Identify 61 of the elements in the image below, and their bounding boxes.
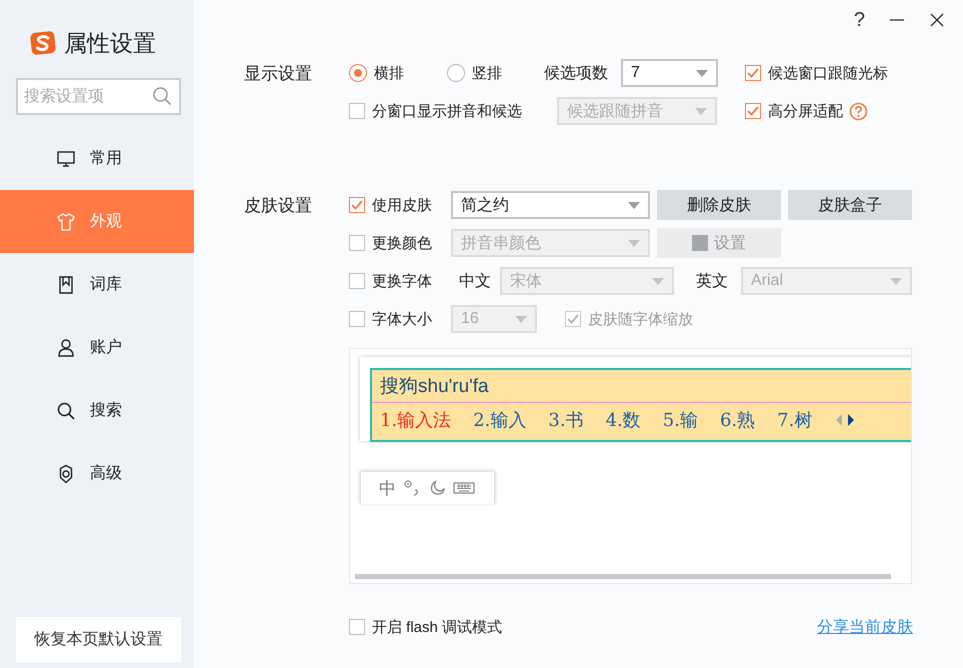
monitor-icon	[56, 148, 76, 168]
caret-icon	[515, 316, 527, 322]
candidate: 2.输入	[473, 409, 526, 432]
search-icon	[152, 86, 172, 106]
caret-icon	[696, 70, 708, 76]
field-label: 候选项数	[544, 64, 609, 84]
delete-skin-button[interactable]: 删除皮肤	[657, 190, 781, 220]
shirt-icon	[56, 212, 76, 232]
checkmark-icon	[747, 68, 759, 78]
font-size-checkbox[interactable]: 字体大小	[349, 310, 451, 328]
scrollbar[interactable]	[355, 574, 891, 579]
punctuation-icon	[403, 479, 421, 497]
change-font-checkbox[interactable]: 更换字体	[349, 272, 459, 290]
field-label: 中文	[459, 272, 492, 292]
sidebar-item[interactable]: 账户	[0, 316, 194, 379]
candidate: 7.树	[777, 409, 812, 432]
radio-label: 横排	[374, 64, 404, 82]
radio-button[interactable]	[447, 64, 465, 82]
help-button[interactable]: ?	[854, 8, 865, 32]
change-color-checkbox[interactable]: 更换颜色	[349, 234, 451, 252]
pinyin-text: 搜狗shu'ru'fa	[372, 370, 911, 403]
follow-cursor-checkbox[interactable]: 候选窗口跟随光标	[745, 64, 888, 82]
radio-button[interactable]	[349, 64, 367, 82]
hidpi-checkbox[interactable]: 高分屏适配	[745, 102, 843, 120]
sidebar-item[interactable]: 高级	[0, 442, 194, 505]
restore-defaults-button[interactable]: 恢复本页默认设置	[16, 617, 181, 662]
moon-icon	[428, 479, 446, 497]
flash-debug-checkbox[interactable]: 开启 flash 调试模式	[349, 618, 502, 636]
help-icon[interactable]	[849, 102, 868, 120]
checkmark-icon	[567, 314, 579, 324]
candidate: 6.熟	[720, 409, 756, 432]
use-skin-checkbox[interactable]: 使用皮肤	[349, 196, 451, 214]
radio-label: 竖排	[472, 64, 502, 82]
caret-icon	[890, 278, 902, 284]
skin-dropdown[interactable]: 简之约	[451, 191, 650, 219]
person-icon	[56, 338, 76, 358]
search-field[interactable]: 搜索设置项	[16, 78, 181, 115]
split-window-checkbox[interactable]: 分窗口显示拼音和候选	[349, 102, 557, 120]
caret-icon	[695, 108, 707, 114]
window-title: 属性设置	[64, 28, 156, 58]
section-title: 显示设置	[244, 62, 313, 84]
field-label: 英文	[696, 272, 729, 292]
skin-box-button[interactable]: 皮肤盒子	[788, 190, 912, 220]
checkmark-icon	[351, 200, 363, 210]
caret-icon	[628, 240, 640, 246]
logo-icon	[30, 30, 56, 56]
search-icon	[56, 400, 76, 420]
keyboard-icon	[453, 481, 475, 495]
candidate: 5.输	[662, 409, 698, 432]
caret-icon	[628, 202, 640, 208]
sidebar-item[interactable]: 词库	[0, 253, 194, 316]
close-icon[interactable]	[929, 12, 945, 28]
candidate: 1.输入法	[380, 409, 452, 432]
checkmark-icon	[747, 106, 759, 116]
caret-icon	[652, 278, 664, 284]
sidebar-item[interactable]: 常用	[0, 127, 194, 190]
candidate: 4.数	[606, 409, 641, 432]
candidate: 3.书	[548, 409, 584, 432]
section-title: 皮肤设置	[244, 194, 313, 216]
sidebar-item[interactable]: 搜索	[0, 379, 194, 442]
candidate-count-dropdown[interactable]: 7	[621, 59, 718, 87]
